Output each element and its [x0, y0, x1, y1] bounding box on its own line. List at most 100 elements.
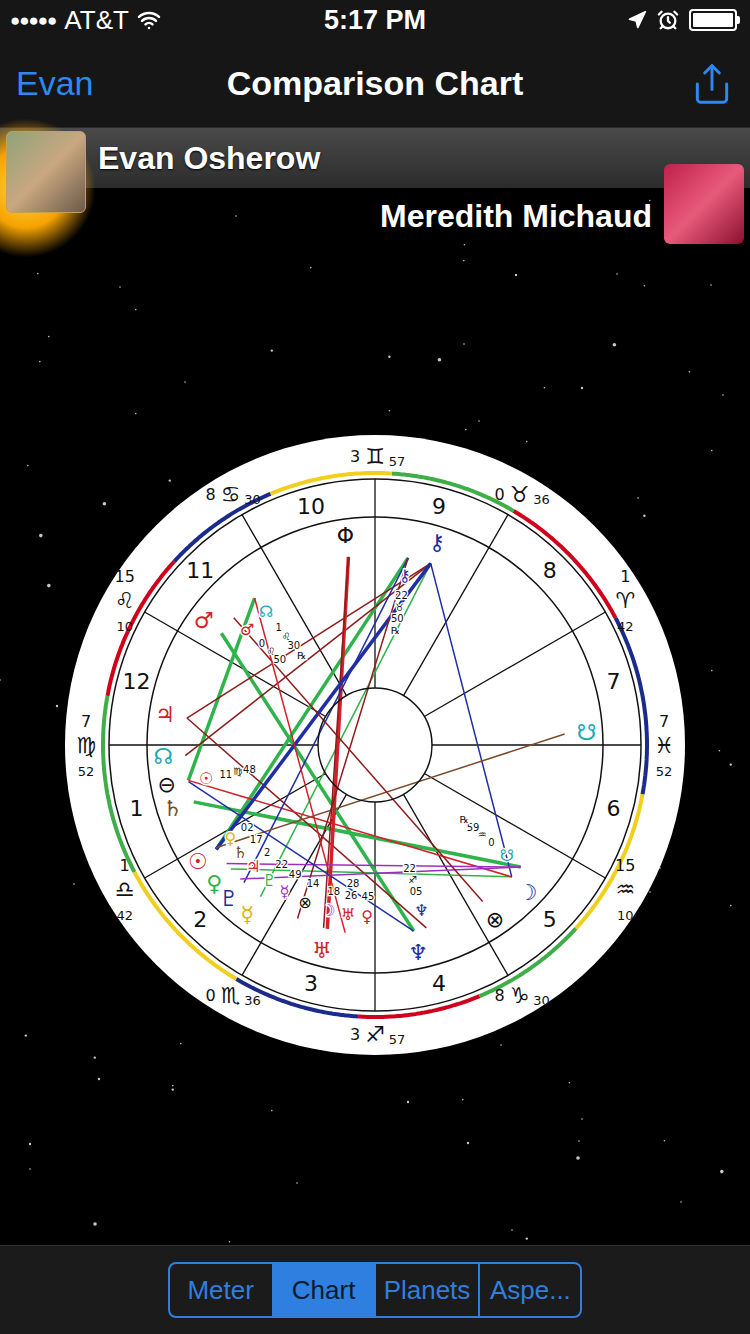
segment-tab[interactable]: Aspe... — [478, 1264, 580, 1316]
house-cusp: 90♉36 — [432, 482, 550, 519]
planet[interactable]: ☽18 — [321, 885, 340, 919]
planet-glyph: ⊗ — [298, 892, 311, 911]
planet-glyph: ♃ — [246, 856, 260, 875]
planet[interactable]: ⊗ 14 — [298, 878, 319, 911]
planet[interactable]: ⊗ — [486, 907, 504, 932]
planet-label: 22 — [275, 859, 288, 870]
status-bar: ●●●●●AT&T5:17 PM — [0, 0, 750, 40]
planet[interactable]: ☉11♍48 — [199, 764, 256, 787]
person-photo — [6, 131, 86, 213]
planet-label: ♐ — [408, 874, 417, 885]
cusp-sign: ♊ — [365, 443, 385, 468]
house-number: 12 — [122, 668, 150, 693]
house-number: 6 — [607, 796, 621, 821]
cusp-degree: 8 — [205, 485, 215, 504]
house-cusp: 43♐57 — [350, 971, 446, 1046]
planet-glyph: ♂ — [194, 607, 214, 632]
planet[interactable]: ⚷22♉50℞ — [391, 566, 411, 636]
planet[interactable]: ♃ — [155, 702, 175, 727]
planet-glyph: ♇ — [262, 871, 276, 890]
planet[interactable]: ⊖ — [157, 772, 175, 797]
planet[interactable]: ☊1♌30℞ — [259, 602, 306, 660]
person-row[interactable]: Meredith Michaud — [0, 188, 750, 244]
house-cusp-line — [432, 744, 641, 745]
cusp-sign: ♏ — [221, 982, 241, 1007]
house-number: 10 — [297, 493, 325, 518]
planet-glyph: ☋ — [577, 720, 597, 745]
planet[interactable]: ☋0♒59℞ — [459, 813, 514, 864]
house-number: 9 — [432, 493, 446, 518]
planet-label: 14 — [307, 878, 320, 889]
planet[interactable]: ☽ — [518, 879, 538, 904]
house-cusp: 615♒10 — [607, 796, 636, 923]
segment-tab[interactable]: Chart — [272, 1264, 374, 1316]
cusp-minutes: 36 — [533, 492, 550, 507]
planet[interactable]: Φ — [337, 522, 354, 547]
planet[interactable]: ♆05♐22 — [403, 862, 428, 919]
comparison-wheel: 17♍5221♎4230♏3643♐5758♑30615♒1077♓5281♈4… — [65, 435, 685, 1055]
planet[interactable]: ♆ — [408, 940, 428, 965]
share-button[interactable] — [690, 62, 734, 106]
planet[interactable]: ♂0♌50 — [240, 620, 286, 664]
planet-label: ♉ — [395, 601, 404, 612]
house-number: 11 — [186, 557, 214, 582]
planet-label: ♍ — [233, 766, 242, 777]
planet-label: 22 — [395, 589, 408, 600]
planet[interactable]: ☉ — [188, 848, 208, 873]
battery-icon — [689, 9, 740, 31]
planet[interactable]: ♅2628 — [341, 877, 360, 924]
sign-arc — [270, 473, 392, 494]
planet-label: 48 — [243, 764, 256, 775]
planet-glyph: ♅ — [312, 937, 332, 962]
planet[interactable]: ☋ — [577, 720, 597, 745]
house-cusp-line — [404, 514, 509, 695]
cusp-sign: ♈ — [615, 588, 635, 613]
cusp-minutes: 30 — [244, 492, 261, 507]
planet-glyph: ⚷ — [429, 529, 445, 554]
cusp-degree: 15 — [115, 567, 135, 586]
house-cusp: 17♍52 — [76, 711, 143, 821]
house-cusp: 118♋30 — [186, 482, 260, 583]
clock: 5:17 PM — [324, 0, 426, 41]
planet-glyph: ♆ — [414, 901, 428, 920]
planet[interactable]: ♀45 — [361, 891, 374, 926]
planet-glyph: ☉ — [188, 848, 208, 873]
aspect-line — [188, 598, 254, 780]
aspect-line — [255, 598, 346, 933]
house-cusp-line — [145, 612, 326, 717]
planet[interactable]: ♄ — [163, 795, 183, 820]
segment-tab[interactable]: Planets — [374, 1264, 479, 1316]
planet[interactable]: ⚷ — [429, 529, 445, 554]
planet-label: 11 — [219, 768, 232, 779]
chart-area: 17♍5221♎4230♏3643♐5758♑30615♒1077♓5281♈4… — [0, 244, 750, 1245]
planet-label: ℞ — [391, 625, 400, 636]
segment-tab[interactable]: Meter — [170, 1264, 272, 1316]
planet-label: 0 — [259, 637, 265, 648]
house-number: 1 — [129, 796, 143, 821]
aspect-line — [187, 718, 426, 928]
sign-arc — [392, 473, 514, 510]
back-button[interactable]: Evan — [16, 58, 94, 109]
person-row[interactable]: Evan Osherow — [0, 128, 750, 188]
cusp-minutes: 42 — [116, 908, 133, 923]
planet-label: 0 — [488, 837, 494, 848]
planet-glyph: ♇ — [219, 886, 239, 911]
house-number: 3 — [304, 971, 318, 996]
planet[interactable]: ♅ — [312, 937, 332, 962]
planet-glyph: ☊ — [259, 602, 273, 621]
planet-label: 49 — [289, 868, 302, 879]
planet[interactable]: ♇ — [219, 886, 239, 911]
aspect-line — [324, 556, 349, 927]
planet[interactable]: ☿ — [240, 901, 254, 926]
planet-label: 26 — [345, 889, 358, 900]
cusp-sign: ♍ — [76, 732, 96, 757]
planet[interactable]: ☊ — [154, 744, 174, 769]
planet-label: 18 — [328, 885, 341, 896]
cusp-minutes: 52 — [656, 763, 673, 778]
app: ●●●●●AT&T5:17 PMEvanComparison ChartEvan… — [0, 0, 750, 1334]
planet[interactable]: ☿49 — [280, 868, 302, 900]
planet[interactable]: ♂ — [194, 607, 214, 632]
cusp-minutes: 36 — [244, 992, 261, 1007]
cusp-minutes: 30 — [533, 992, 550, 1007]
cusp-minutes: 57 — [389, 1031, 406, 1046]
